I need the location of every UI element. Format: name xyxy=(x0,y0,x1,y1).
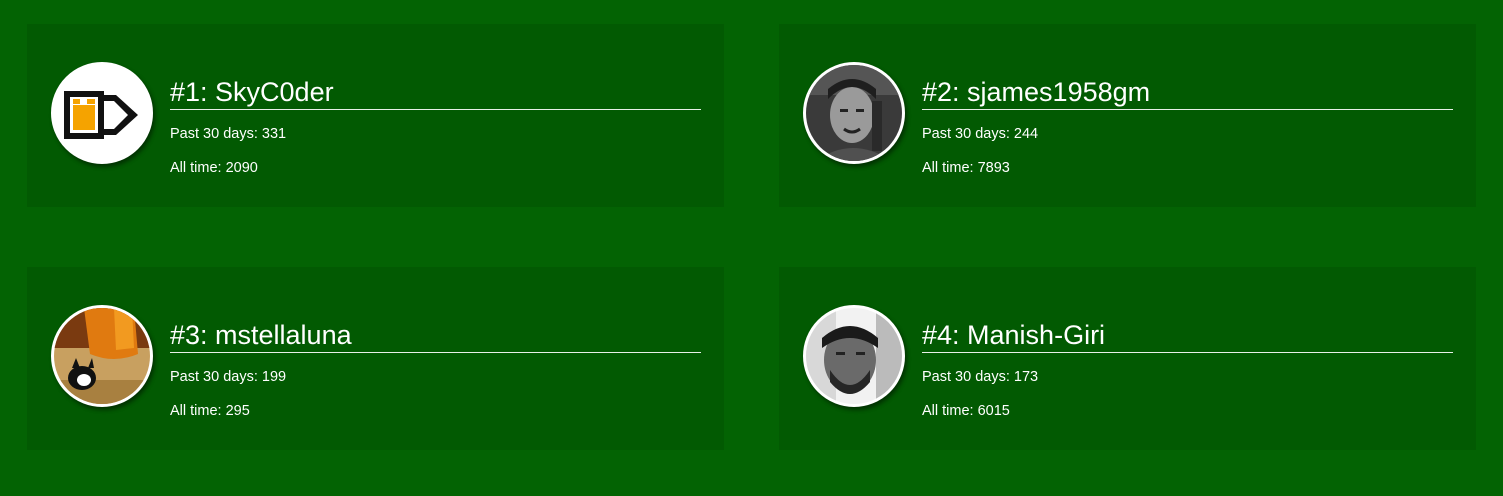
all-time-count: All time: 6015 xyxy=(922,403,1010,419)
leaderboard-card: #3: mstellaluna Past 30 days: 199 All ti… xyxy=(27,267,724,450)
leaderboard-card: #1: SkyC0der Past 30 days: 331 All time:… xyxy=(27,24,724,207)
avatar[interactable] xyxy=(51,305,153,407)
cartoon-cat-photo xyxy=(54,308,150,404)
user-rank-title[interactable]: #4: Manish-Giri xyxy=(922,319,1453,353)
user-rank-title[interactable]: #3: mstellaluna xyxy=(170,319,701,353)
leaderboard-grid: #1: SkyC0der Past 30 days: 331 All time:… xyxy=(0,0,1503,496)
samurai-portrait-photo xyxy=(806,65,902,161)
beer-mug-logo-icon xyxy=(54,65,150,161)
avatar[interactable] xyxy=(803,62,905,164)
leaderboard-card: #4: Manish-Giri Past 30 days: 173 All ti… xyxy=(779,267,1476,450)
past-30-days-count: Past 30 days: 199 xyxy=(170,369,287,385)
man-portrait-photo xyxy=(806,308,902,404)
all-time-count: All time: 2090 xyxy=(170,160,258,176)
avatar[interactable] xyxy=(51,62,153,164)
past-30-days-count: Past 30 days: 331 xyxy=(170,126,287,142)
past-30-days-count: Past 30 days: 173 xyxy=(922,369,1039,385)
past-30-days-count: Past 30 days: 244 xyxy=(922,126,1039,142)
all-time-count: All time: 7893 xyxy=(922,160,1010,176)
avatar[interactable] xyxy=(803,305,905,407)
leaderboard-card: #2: sjames1958gm Past 30 days: 244 All t… xyxy=(779,24,1476,207)
user-rank-title[interactable]: #1: SkyC0der xyxy=(170,76,701,110)
user-rank-title[interactable]: #2: sjames1958gm xyxy=(922,76,1453,110)
all-time-count: All time: 295 xyxy=(170,403,250,419)
